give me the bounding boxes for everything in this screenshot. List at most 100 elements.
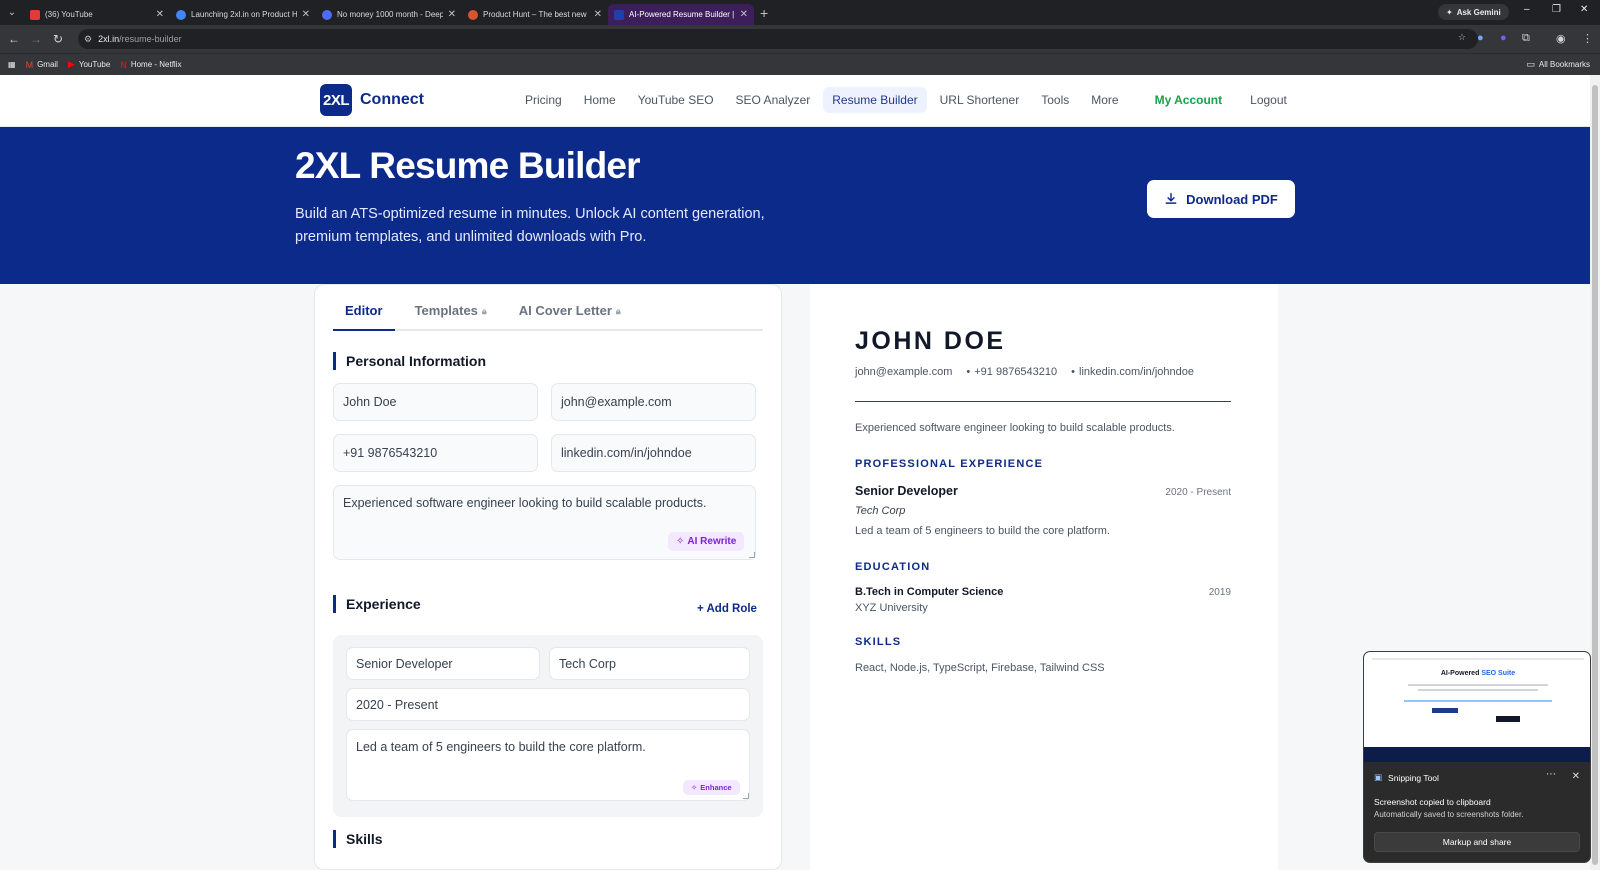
thumb-title-a: AI-Powered xyxy=(1440,670,1480,677)
snip-app-name: Snipping Tool xyxy=(1388,772,1439,783)
nav-seo-analyzer[interactable]: SEO Analyzer xyxy=(727,87,820,113)
bookmark-gmail[interactable]: M Gmail xyxy=(26,60,58,70)
all-bookmarks[interactable]: ▭ All Bookmarks xyxy=(1526,59,1590,70)
close-icon[interactable]: ✕ xyxy=(594,9,602,20)
enhance-button[interactable]: ✧ Enhance xyxy=(683,780,740,795)
bookmark-star-icon[interactable]: ☆ xyxy=(1458,32,1466,43)
role-card: Senior Developer Tech Corp 2020 - Presen… xyxy=(333,635,763,817)
nav-youtube-seo[interactable]: YouTube SEO xyxy=(629,87,723,113)
tab-editor[interactable]: Editor xyxy=(333,299,395,331)
magic-wand-icon: ✧ xyxy=(676,536,685,547)
preview-experience-heading: PROFESSIONAL EXPERIENCE xyxy=(855,458,1044,470)
tab-label: Product Hunt – The best new products xyxy=(483,10,589,19)
netflix-icon: N xyxy=(120,59,127,70)
preview-phone: +91 9876543210 xyxy=(966,366,1057,378)
markup-and-share-button[interactable]: Markup and share xyxy=(1374,832,1580,852)
role-title-field[interactable]: Senior Developer xyxy=(346,647,540,680)
restore-icon[interactable]: ❐ xyxy=(1552,4,1561,15)
close-icon[interactable]: ✕ xyxy=(740,9,748,20)
nav-resume-builder[interactable]: Resume Builder xyxy=(823,87,927,113)
close-icon[interactable]: ✕ xyxy=(448,9,456,20)
nav-more[interactable]: More xyxy=(1082,87,1127,113)
thumb-line xyxy=(1432,708,1458,713)
nav-home[interactable]: Home xyxy=(575,87,625,113)
browser-tab[interactable]: Product Hunt – The best new products ✕ xyxy=(462,4,608,25)
nav-url-shortener[interactable]: URL Shortener xyxy=(931,87,1029,113)
browser-tab[interactable]: No money 1000 month - DeepSeek ✕ xyxy=(316,4,462,25)
tab-ai-cover-letter[interactable]: AI Cover Letter 🔒︎ xyxy=(507,299,633,331)
editor-panel: Editor Templates 🔒︎ AI Cover Letter 🔒︎ Per… xyxy=(314,284,782,870)
ask-gemini-button[interactable]: ✦ Ask Gemini xyxy=(1438,4,1509,20)
nav-logout[interactable]: Logout xyxy=(1241,87,1296,113)
close-icon[interactable]: ✕ xyxy=(302,9,310,20)
nav-my-account[interactable]: My Account xyxy=(1146,87,1232,113)
nav-tools[interactable]: Tools xyxy=(1032,87,1078,113)
site-info-icon[interactable]: ⚙ xyxy=(84,34,92,45)
resize-handle-icon[interactable] xyxy=(749,552,755,558)
summary-text: Experienced software engineer looking to… xyxy=(343,496,707,510)
ai-rewrite-button[interactable]: ✧ AI Rewrite xyxy=(668,532,745,551)
tab-templates[interactable]: Templates 🔒︎ xyxy=(403,299,499,331)
phone-field[interactable]: +91 9876543210 xyxy=(333,434,538,472)
url-path: /resume-builder xyxy=(119,34,182,44)
browser-tab[interactable]: Launching 2xl.in on Product Hunt ✕ xyxy=(170,4,316,25)
email-field[interactable]: john@example.com xyxy=(551,383,756,421)
resize-handle-icon[interactable] xyxy=(743,793,749,799)
thumb-line xyxy=(1404,700,1552,702)
name-field[interactable]: John Doe xyxy=(333,383,538,421)
snip-detail: Automatically saved to screenshots folde… xyxy=(1374,810,1524,819)
add-role-button[interactable]: + Add Role xyxy=(697,603,757,615)
close-icon[interactable]: ✕ xyxy=(156,9,164,20)
role-description-text: Led a team of 5 engineers to build the c… xyxy=(356,740,646,754)
window-close-icon[interactable]: ✕ xyxy=(1580,4,1588,15)
bookmark-netflix[interactable]: N Home - Netflix xyxy=(120,60,181,70)
scrollbar-thumb[interactable] xyxy=(1592,85,1598,865)
preview-role-title: Senior Developer xyxy=(855,484,958,498)
minimize-icon[interactable]: – xyxy=(1524,4,1530,15)
page-scrollbar[interactable] xyxy=(1590,75,1600,870)
role-dates-field[interactable]: 2020 - Present xyxy=(346,688,750,721)
lock-icon: 🔒︎ xyxy=(481,306,487,316)
address-bar[interactable]: ⚙ 2xl.in/resume-builder ☆ xyxy=(78,29,1478,49)
linkedin-field[interactable]: linkedin.com/in/johndoe xyxy=(551,434,756,472)
close-icon[interactable]: ✕ xyxy=(1572,771,1580,782)
account-icon[interactable]: ◉ xyxy=(1556,32,1566,45)
chrome-menu-icon[interactable]: ⋮ xyxy=(1582,32,1593,45)
tab-label: (36) YouTube xyxy=(45,10,93,19)
preview-role-dates: 2020 - Present xyxy=(1165,487,1231,498)
preview-school: XYZ University xyxy=(855,602,928,614)
thumb-title-b: SEO Suite xyxy=(1481,670,1516,677)
site-logo[interactable]: 2XL Connect xyxy=(320,84,424,116)
screenshot-thumbnail[interactable]: AI-Powered SEO Suite xyxy=(1364,652,1590,762)
more-options-icon[interactable]: ⋯ xyxy=(1546,769,1556,780)
reload-icon[interactable]: ↻ xyxy=(47,32,69,46)
preview-skills-heading: SKILLS xyxy=(855,636,902,648)
personal-info-heading: Personal Information xyxy=(333,352,486,370)
download-pdf-button[interactable]: Download PDF xyxy=(1147,180,1295,218)
extension-icon[interactable]: ● xyxy=(1500,32,1507,44)
browser-tab-active[interactable]: AI-Powered Resume Builder | 2XL ✕ xyxy=(608,4,754,25)
nav-pricing[interactable]: Pricing xyxy=(516,87,571,113)
new-tab-icon[interactable]: + xyxy=(760,5,768,21)
preview-email: john@example.com xyxy=(855,366,953,378)
apps-grid-icon[interactable]: ▦ xyxy=(8,60,16,69)
profile-extension-icon[interactable]: ● xyxy=(1477,32,1484,44)
site-header: 2XL Connect Pricing Home YouTube SEO SEO… xyxy=(0,75,1590,127)
browser-tab[interactable]: (36) YouTube ✕ xyxy=(24,4,170,25)
preview-role-description: Led a team of 5 engineers to build the c… xyxy=(855,525,1110,537)
back-icon[interactable]: ← xyxy=(3,32,25,46)
snip-header: ▣ Snipping Tool xyxy=(1374,772,1439,783)
ask-gemini-label: Ask Gemini xyxy=(1456,7,1501,17)
extensions-puzzle-icon[interactable]: ⧉ xyxy=(1522,32,1530,45)
tab-label: Launching 2xl.in on Product Hunt xyxy=(191,10,297,19)
hero-subtitle: Build an ATS-optimized resume in minutes… xyxy=(295,206,765,245)
editor-tabs: Editor Templates 🔒︎ AI Cover Letter 🔒︎ xyxy=(333,299,763,331)
folder-icon: ▭ xyxy=(1526,59,1535,69)
forward-icon[interactable]: → xyxy=(25,32,47,46)
tab-search-icon[interactable]: ⌄ xyxy=(0,0,24,25)
bookmark-label: YouTube xyxy=(78,60,111,69)
producthunt-launch-favicon-icon xyxy=(176,9,186,20)
bookmark-youtube[interactable]: ▶ YouTube xyxy=(68,59,110,70)
role-company-field[interactable]: Tech Corp xyxy=(549,647,750,680)
enhance-label: Enhance xyxy=(700,783,732,792)
